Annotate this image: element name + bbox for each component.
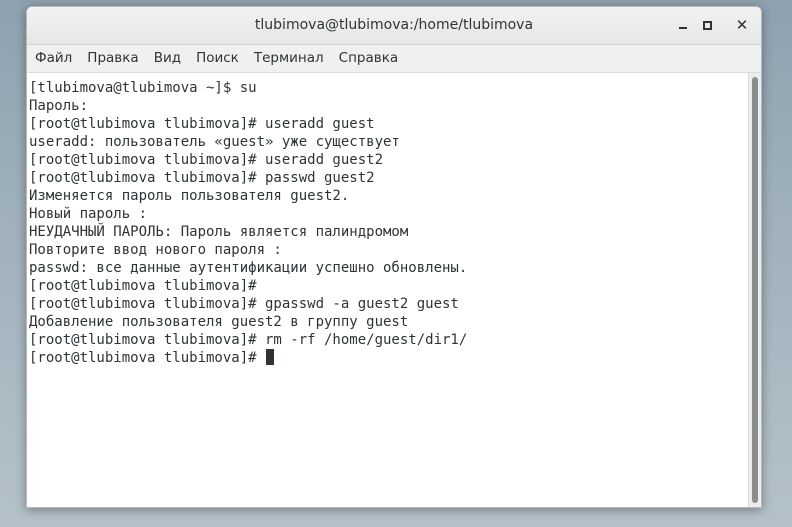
terminal-line: [root@tlubimova tlubimova]# useradd gues… [29, 152, 384, 168]
terminal-line: [root@tlubimova tlubimova]# [29, 278, 257, 294]
terminal-prompt: [root@tlubimova tlubimova]# [29, 350, 266, 366]
scrollbar-thumb[interactable] [752, 77, 758, 503]
terminal-line: useradd: пользователь «guest» уже сущест… [29, 134, 400, 150]
close-icon: ✕ [735, 16, 749, 34]
terminal-line: [root@tlubimova tlubimova]# useradd gues… [29, 116, 375, 132]
vertical-scrollbar[interactable] [748, 73, 761, 507]
terminal-window: tlubimova@tlubimova:/home/tlubimova ✕ Фа… [26, 6, 762, 508]
close-button[interactable]: ✕ [732, 15, 752, 35]
text-cursor [266, 349, 275, 365]
minimize-button[interactable] [673, 15, 693, 35]
terminal-line: [root@tlubimova tlubimova]# passwd guest… [29, 170, 375, 186]
window-title: tlubimova@tlubimova:/home/tlubimova [254, 17, 534, 33]
terminal-line: [tlubimova@tlubimova ~]$ su [29, 80, 257, 96]
terminal-line: [root@tlubimova tlubimova]# gpasswd -a g… [29, 296, 459, 312]
terminal-line: Изменяется пароль пользователя guest2. [29, 188, 350, 204]
terminal-line: passwd: все данные аутентификации успешн… [29, 260, 468, 276]
terminal-prompt-line: [root@tlubimova tlubimova]# [29, 349, 275, 367]
terminal-line: Пароль: [29, 98, 89, 114]
menu-view[interactable]: Вид [146, 45, 188, 72]
menu-help[interactable]: Справка [331, 45, 405, 72]
terminal-output[interactable]: [tlubimova@tlubimova ~]$ su Пароль: [roo… [27, 73, 748, 507]
menu-edit[interactable]: Правка [79, 45, 145, 72]
menu-terminal[interactable]: Терминал [246, 45, 331, 72]
menu-bar: Файл Правка Вид Поиск Терминал Справка [27, 45, 761, 73]
title-bar[interactable]: tlubimova@tlubimova:/home/tlubimova ✕ [27, 7, 761, 45]
terminal-line: Добавление пользователя guest2 в группу … [29, 314, 409, 330]
menu-file[interactable]: Файл [27, 45, 79, 72]
terminal-line: [root@tlubimova tlubimova]# rm -rf /home… [29, 332, 468, 348]
menu-search[interactable]: Поиск [188, 45, 246, 72]
maximize-icon [703, 21, 712, 30]
minimize-icon [679, 27, 687, 29]
maximize-button[interactable] [697, 15, 717, 35]
terminal-line: НЕУДАЧНЫЙ ПАРОЛЬ: Пароль является палинд… [29, 224, 409, 240]
terminal-line: Новый пароль : [29, 206, 148, 222]
terminal-line: Повторите ввод нового пароля : [29, 242, 282, 258]
